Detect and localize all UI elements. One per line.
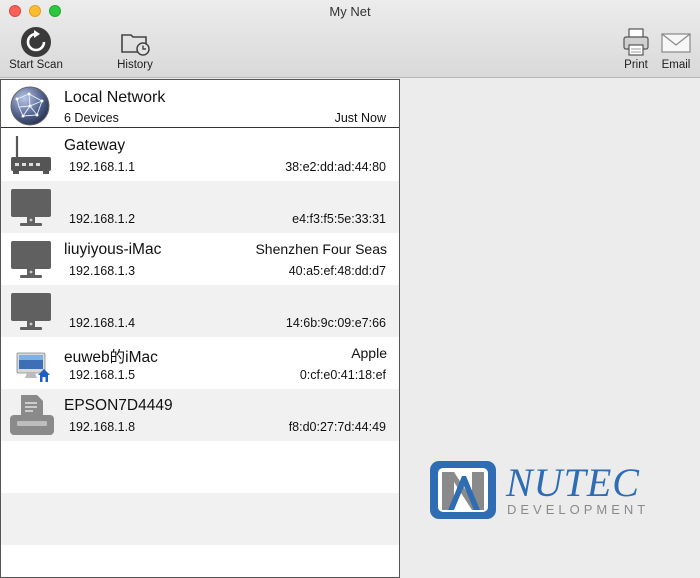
device-mac: 0:cf:e0:41:18:ef: [299, 368, 386, 382]
device-row[interactable]: EPSON7D4449 192.168.1.8 f8:d0:27:7d:44:4…: [1, 389, 399, 441]
monitor-icon: [11, 293, 51, 330]
printer-device-icon: [10, 395, 54, 435]
device-mac: 14:6b:9c:09:e7:66: [285, 316, 386, 330]
device-mac: e4:f3:f5:5e:33:31: [292, 212, 386, 226]
window-titlebar: My Net Start Scan History Print Email: [0, 0, 700, 78]
device-name: euweb的iMac: [64, 349, 158, 366]
device-rows: Gateway 192.168.1.1 38:e2:dd:ad:44:80 19…: [1, 129, 399, 577]
history-button[interactable]: History: [112, 26, 158, 71]
email-label: Email: [661, 59, 691, 71]
device-mac: f8:d0:27:7d:44:49: [288, 420, 386, 434]
device-row[interactable]: Gateway 192.168.1.1 38:e2:dd:ad:44:80: [1, 129, 399, 181]
device-row[interactable]: 192.168.1.4 14:6b:9c:09:e7:66: [1, 285, 399, 337]
device-vendor: Shenzhen Four Seas: [255, 241, 387, 257]
device-mac: 40:a5:ef:48:dd:d7: [288, 264, 386, 278]
device-row[interactable]: euweb的iMac Apple 192.168.1.5 0:cf:e0:41:…: [1, 337, 399, 389]
network-summary-row[interactable]: Local Network 6 Devices Just Now: [1, 80, 399, 128]
empty-row: [1, 545, 399, 577]
device-list-panel: Local Network 6 Devices Just Now Gateway…: [0, 79, 400, 578]
refresh-icon: [21, 27, 51, 57]
folder-clock-icon: [121, 34, 150, 56]
start-scan-label: Start Scan: [9, 59, 63, 71]
device-name: EPSON7D4449: [64, 397, 173, 414]
device-ip: 192.168.1.2: [69, 212, 136, 226]
window-title: My Net: [329, 4, 371, 19]
monitor-icon: [11, 189, 51, 226]
device-ip: 192.168.1.5: [69, 368, 136, 382]
svg-text:NUTEC: NUTEC: [505, 460, 640, 505]
history-label: History: [117, 59, 153, 71]
last-scan-time: Just Now: [334, 111, 386, 125]
device-row[interactable]: 192.168.1.2 e4:f3:f5:5e:33:31: [1, 181, 399, 233]
empty-row: [1, 441, 399, 493]
device-name: liuyiyous-iMac: [64, 241, 162, 258]
print-label: Print: [624, 59, 648, 71]
device-mac: 38:e2:dd:ad:44:80: [285, 160, 386, 174]
device-row[interactable]: liuyiyous-iMac Shenzhen Four Seas 192.16…: [1, 233, 399, 285]
printer-icon: [623, 28, 649, 56]
router-icon: [11, 136, 51, 174]
start-scan-button[interactable]: Start Scan: [6, 26, 66, 71]
imac-home-icon: [16, 352, 50, 382]
svg-text:DEVELOPMENT: DEVELOPMENT: [507, 502, 649, 517]
nutec-logo: NUTEC DEVELOPMENT: [430, 460, 649, 519]
network-title: Local Network: [64, 89, 166, 106]
globe-network-icon: [10, 86, 50, 126]
device-name: Gateway: [64, 137, 126, 154]
device-count: 6 Devices: [64, 111, 119, 125]
device-vendor: Apple: [351, 345, 387, 361]
empty-row: [1, 493, 399, 545]
monitor-icon: [11, 241, 51, 278]
device-ip: 192.168.1.3: [69, 264, 136, 278]
device-ip: 192.168.1.1: [69, 160, 136, 174]
device-ip: 192.168.1.4: [69, 316, 136, 330]
envelope-icon: [661, 33, 691, 53]
device-ip: 192.168.1.8: [69, 420, 136, 434]
email-button[interactable]: Email: [658, 26, 694, 71]
print-button[interactable]: Print: [619, 26, 653, 71]
